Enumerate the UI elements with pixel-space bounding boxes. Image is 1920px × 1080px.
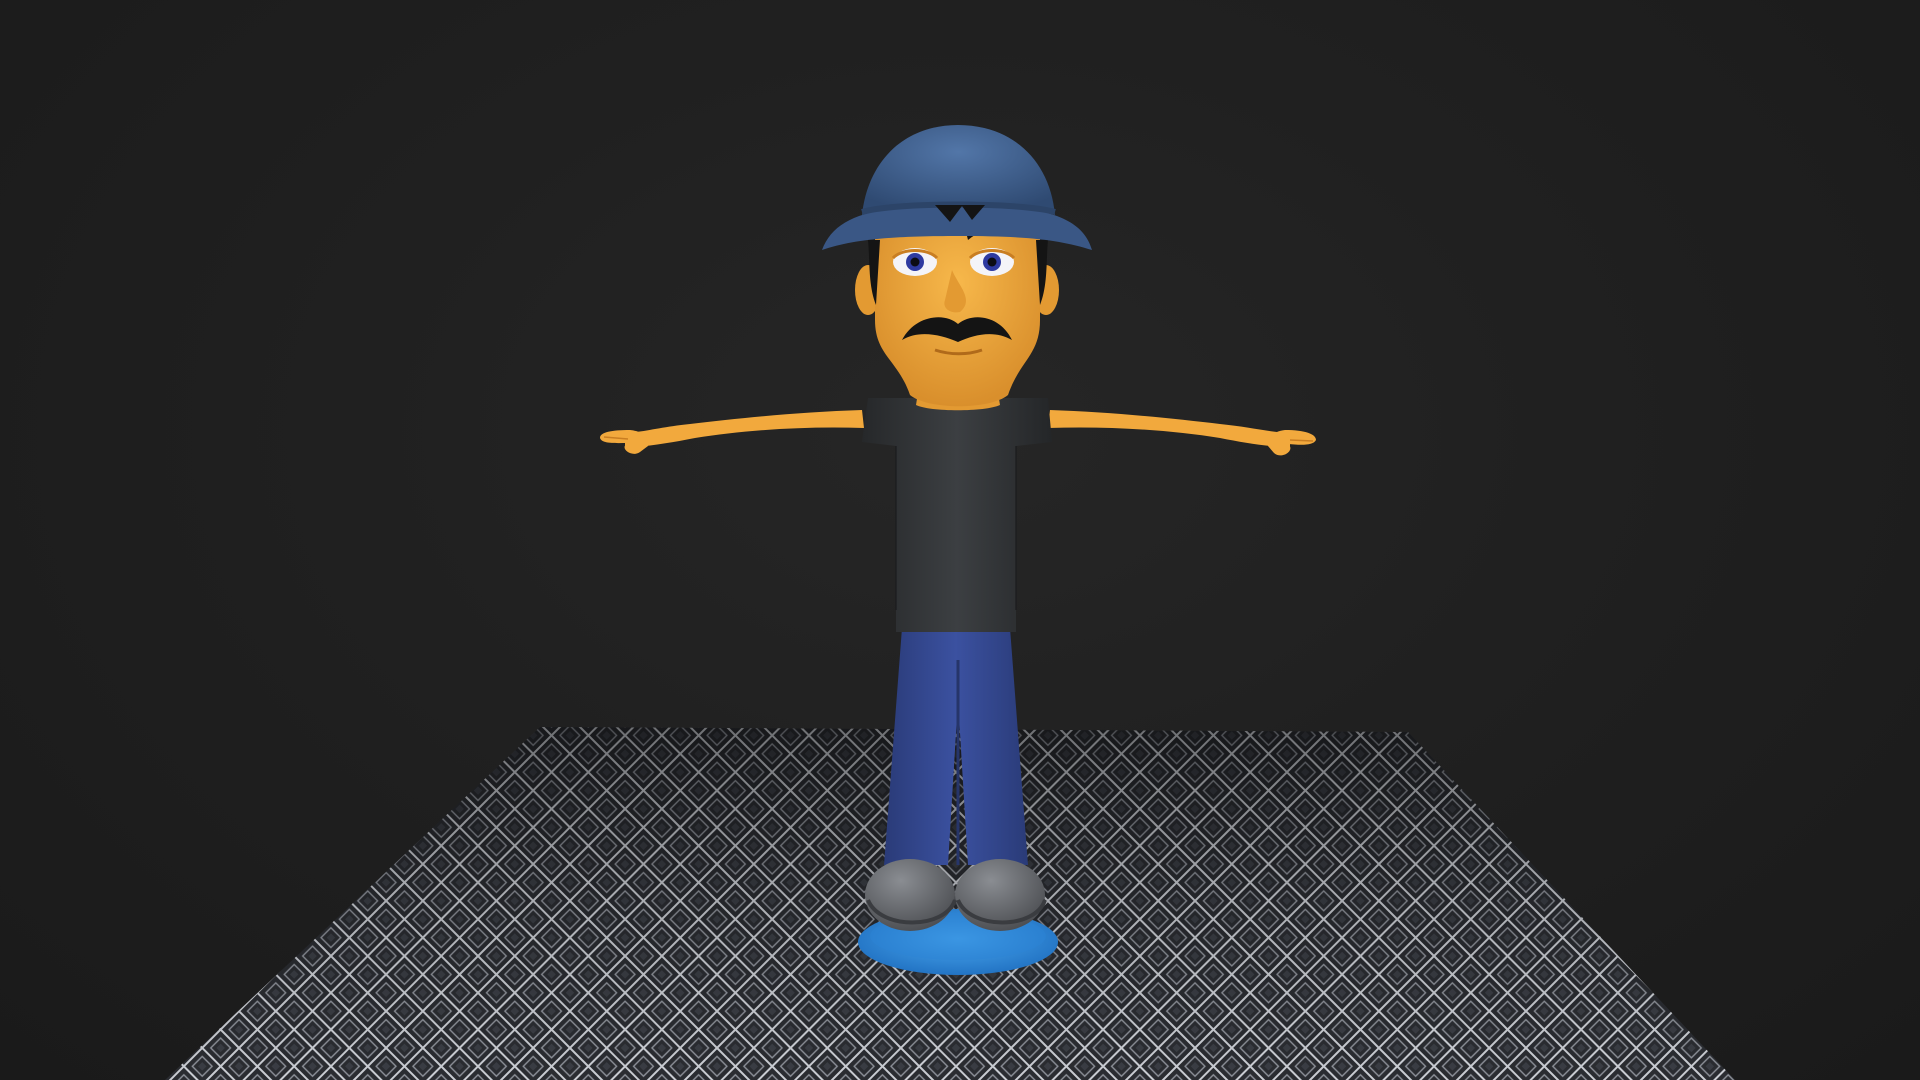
right-arm [1048,410,1316,456]
left-arm [600,410,864,454]
hat [822,125,1092,250]
scene-svg [165,125,1735,1080]
shirt [862,398,1052,632]
render-viewport [0,0,1920,1080]
